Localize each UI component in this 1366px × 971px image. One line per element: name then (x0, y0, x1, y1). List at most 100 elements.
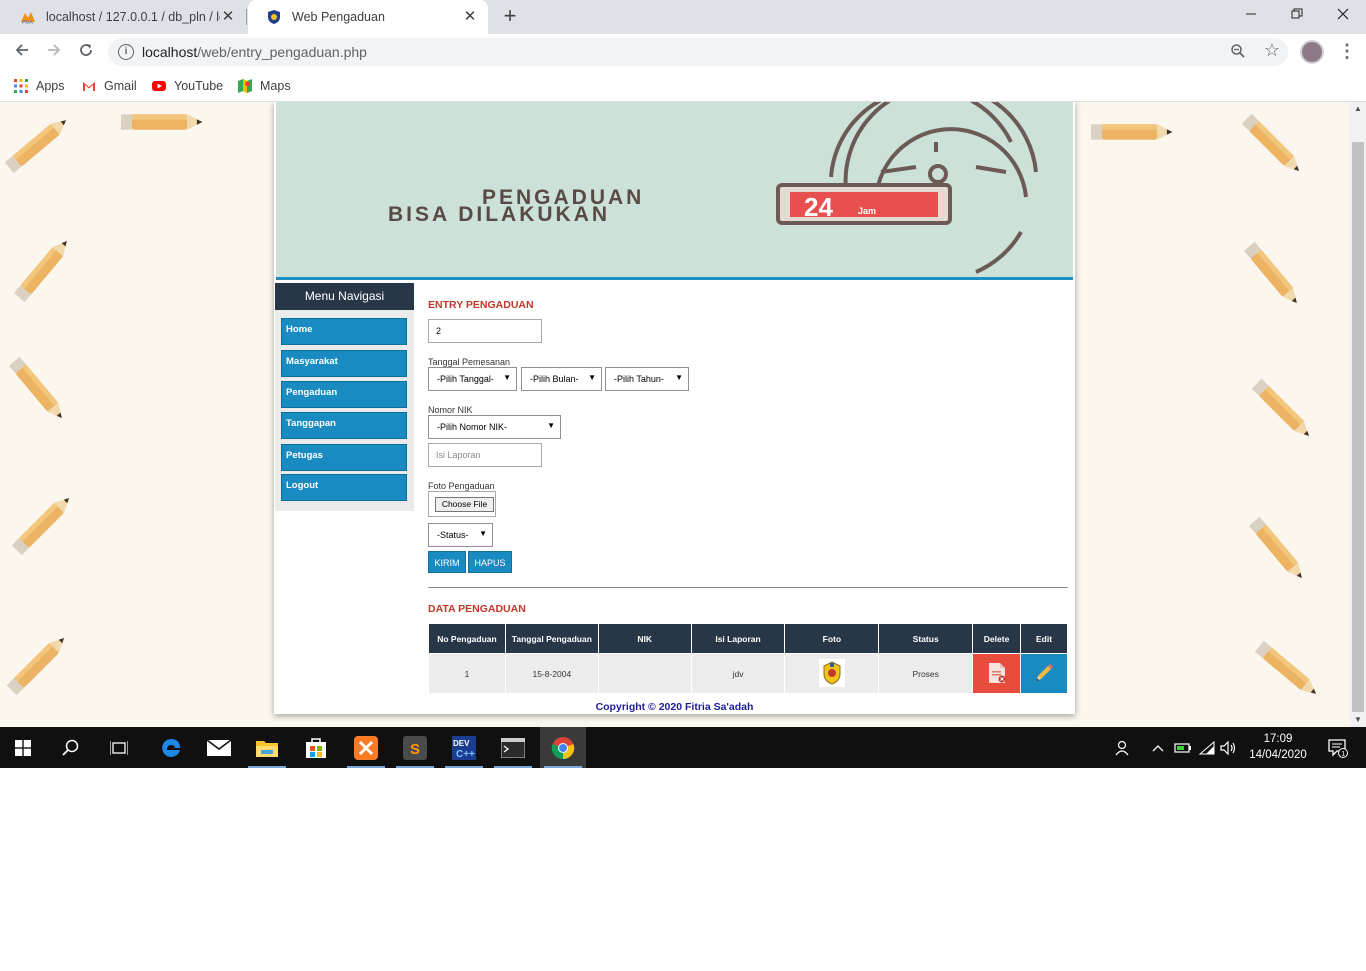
taskbar-clock[interactable]: 17:09 14/04/2020 (1242, 731, 1314, 763)
sidebar-item-tanggapan[interactable]: Tanggapan (281, 412, 407, 439)
site-info-icon[interactable]: i (118, 44, 134, 60)
col-nik: NIK (597, 623, 692, 654)
windows-start-icon[interactable] (0, 727, 46, 768)
banner-badge-number: 24 (804, 192, 833, 222)
scroll-down-arrow-icon[interactable]: ▼ (1350, 713, 1366, 727)
bookmark-star-icon[interactable]: ☆ (1264, 40, 1280, 61)
cell-tanggal: 15-8-2004 (504, 653, 599, 694)
tab-web-pengaduan[interactable]: Web Pengaduan ✕ (248, 0, 488, 34)
day-select[interactable]: -Pilih Tanggal- ▼ (428, 367, 517, 391)
profile-avatar[interactable] (1300, 40, 1324, 64)
search-icon[interactable] (48, 727, 94, 768)
cell-nik (597, 653, 692, 694)
svg-text:S: S (410, 741, 420, 758)
banner-line-2: BISA DILAKUKAN (388, 203, 610, 226)
nik-label: Nomor NIK (428, 405, 473, 415)
new-tab-button[interactable]: + (498, 5, 522, 29)
day-select-value: -Pilih Tanggal- (437, 374, 494, 384)
choose-file-button[interactable]: Choose File (435, 497, 494, 512)
kirim-button[interactable]: KIRIM (428, 551, 466, 573)
file-explorer-icon[interactable] (244, 727, 290, 768)
edge-browser-icon[interactable] (148, 727, 194, 768)
nik-select-value: -Pilih Nomor NIK- (437, 422, 508, 432)
month-select-value: -Pilih Bulan- (530, 374, 579, 384)
show-hidden-icons-chevron-icon[interactable] (1148, 727, 1168, 768)
sidebar-item-masyarakat[interactable]: Masyarakat (281, 350, 407, 377)
zoom-icon[interactable] (1230, 43, 1248, 61)
action-center-icon[interactable]: 1 (1320, 727, 1356, 768)
month-select[interactable]: -Pilih Bulan- ▼ (521, 367, 602, 391)
sidebar-item-home[interactable]: Home (281, 318, 407, 345)
hapus-button[interactable]: HAPUS (468, 551, 512, 573)
notification-count: 1 (1341, 751, 1345, 758)
bookmark-label: Apps (36, 79, 65, 93)
pencil-icon (1036, 663, 1054, 681)
volume-icon[interactable] (1218, 727, 1240, 768)
back-arrow-icon[interactable] (10, 40, 34, 64)
page-scrollbar[interactable]: ▲ ▼ (1350, 102, 1366, 727)
sidebar-item-petugas[interactable]: Petugas (281, 444, 407, 471)
command-prompt-icon[interactable] (490, 727, 536, 768)
bookmark-apps[interactable]: Apps (14, 77, 65, 95)
close-tab-icon[interactable]: ✕ (220, 9, 236, 25)
cell-status: Proses (878, 653, 974, 694)
bookmark-label: YouTube (174, 79, 224, 93)
task-view-icon[interactable] (96, 727, 142, 768)
youtube-icon (152, 81, 166, 91)
clock-date: 14/04/2020 (1249, 749, 1307, 761)
date-label: Tanggal Pemesanan (428, 357, 511, 367)
footer-copyright: Copyright © 2020 Fitria Sa'adah (595, 701, 754, 713)
forward-arrow-icon[interactable] (42, 40, 66, 64)
close-window-icon[interactable] (1320, 0, 1366, 30)
col-tanggal-pengaduan: Tanggal Pengaduan (504, 623, 599, 654)
chrome-icon[interactable] (540, 727, 586, 768)
year-select[interactable]: -Pilih Tahun- ▼ (605, 367, 689, 391)
bookmark-gmail[interactable]: Gmail (82, 77, 137, 95)
restore-window-icon[interactable] (1274, 0, 1320, 30)
cell-foto (784, 653, 880, 694)
minimize-window-icon[interactable] (1228, 0, 1274, 30)
address-bar[interactable]: i localhost/web/entry_pengaduan.php ☆ (108, 38, 1288, 66)
browser-menu-icon[interactable]: ⋮ (1338, 40, 1356, 64)
tab-title: localhost / 127.0.0.1 / db_pln / lo (46, 10, 220, 24)
mail-icon[interactable] (196, 727, 242, 768)
tab-phpmyadmin[interactable]: PMA localhost / 127.0.0.1 / db_pln / lo … (2, 0, 246, 34)
dev-cpp-icon[interactable]: DEV C++ (441, 727, 487, 768)
sidebar-item-logout[interactable]: Logout (281, 474, 407, 501)
col-delete: Delete (972, 623, 1022, 654)
wifi-icon[interactable] (1196, 727, 1218, 768)
edit-button[interactable] (1020, 653, 1068, 694)
url-host: localhost (142, 44, 198, 60)
sublime-text-icon[interactable]: S (392, 727, 438, 768)
close-tab-icon[interactable]: ✕ (462, 9, 478, 25)
cell-no: 1 (428, 653, 506, 694)
battery-icon[interactable] (1172, 727, 1194, 768)
col-no-pengaduan: No Pengaduan (428, 623, 506, 654)
bookmark-label: Gmail (104, 79, 137, 93)
windows-taskbar: S DEV C++ 17:09 14/04/2020 1 (0, 727, 1366, 768)
maps-icon (238, 79, 252, 93)
reload-icon[interactable] (74, 40, 98, 64)
bookmark-maps[interactable]: Maps (238, 77, 291, 95)
apps-grid-icon (14, 79, 28, 93)
photo-label: Foto Pengaduan (428, 481, 495, 491)
xampp-icon[interactable] (343, 727, 389, 768)
bookmark-youtube[interactable]: YouTube (152, 77, 223, 95)
nik-select[interactable]: -Pilih Nomor NIK- ▼ (428, 415, 561, 439)
site-shield-icon (268, 10, 280, 24)
status-select[interactable]: -Status- ▼ (428, 523, 493, 547)
scroll-up-arrow-icon[interactable]: ▲ (1350, 102, 1366, 116)
photo-file-input[interactable]: Choose File (428, 491, 496, 517)
store-icon[interactable] (293, 727, 339, 768)
address-url: localhost/web/entry_pengaduan.php (142, 44, 367, 60)
sidebar-item-pengaduan[interactable]: Pengaduan (281, 381, 407, 408)
id-pengaduan-input[interactable]: 2 (428, 319, 542, 343)
phpmyadmin-icon: PMA (21, 12, 35, 25)
banner-clock-illustration: 24 Jam PENGADUAN BISA DILAKUKAN (388, 102, 1038, 274)
scrollbar-thumb[interactable] (1352, 142, 1364, 712)
col-foto: Foto (784, 623, 880, 654)
isi-laporan-input[interactable]: Isi Laporan (428, 443, 542, 467)
people-icon[interactable] (1110, 727, 1136, 768)
tab-strip: PMA localhost / 127.0.0.1 / db_pln / lo … (0, 0, 1366, 34)
delete-button[interactable] (972, 653, 1022, 694)
